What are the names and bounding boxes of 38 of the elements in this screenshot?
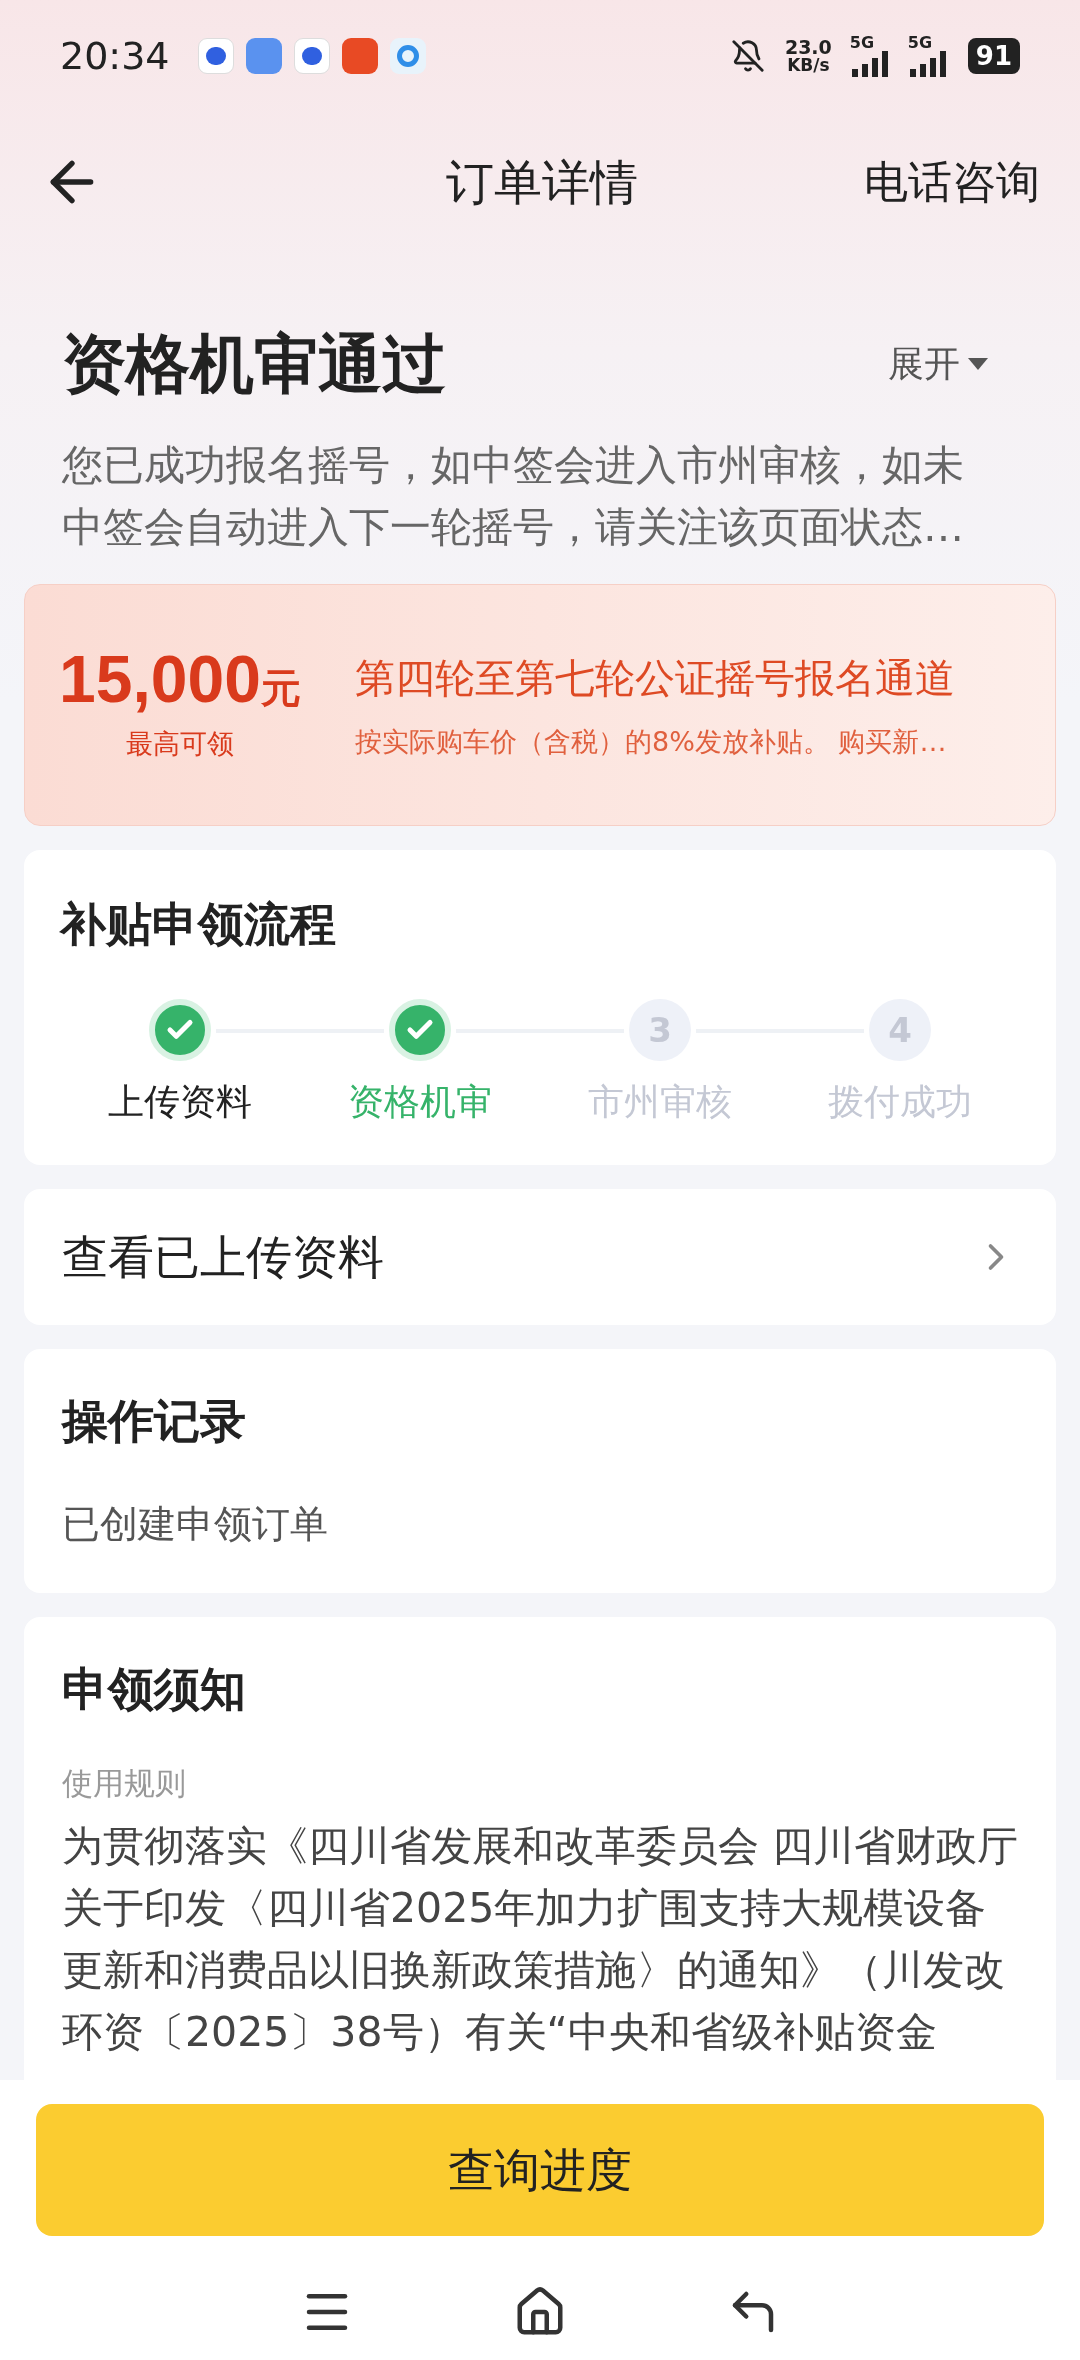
process-title: 补贴申领流程 (60, 896, 337, 953)
notice-title: 申领须知 (62, 1661, 247, 1718)
banner-title: 第四轮至第七轮公证摇号报名通道 (355, 653, 955, 703)
clock-time: 20:34 (60, 32, 170, 80)
network-type: 5G (849, 35, 875, 51)
notice-body: 为贯彻落实《四川省发展和改革委员会 四川省财政厅关于印发〈四川省2025年加力扩围支持大规模设备更新和消费品以旧换新政策措施〉的通知》（川发改环资〔2025〕38号）有关“中央和省级补贴资金 (62, 1820, 1020, 2058)
amount-value: 15,000 (59, 645, 261, 712)
network-type: 5G (907, 35, 933, 51)
status-description: 您已成功报名摇号，如中签会进入市州审核，如未中签会自动进入下一轮摇号，请关注该页面状态… (62, 440, 965, 553)
step-label: 资格机审 (348, 1080, 492, 1124)
battery-indicator: 91 (967, 38, 1020, 74)
caret-icon (968, 358, 988, 370)
expand-toggle[interactable]: 展开 (888, 337, 988, 391)
bell-off-icon (730, 39, 765, 73)
page-title: 订单详情 (445, 153, 639, 212)
amount-caption: 最高可领 (126, 726, 234, 761)
records-title: 操作记录 (62, 1393, 247, 1450)
record-entry: 已创建申领订单 (62, 1501, 329, 1548)
status-title: 资格机审通过 (62, 326, 447, 403)
signal-icon (907, 51, 948, 77)
step-label: 拨付成功 (828, 1080, 972, 1124)
phone-consult-link[interactable]: 电话咨询 (864, 149, 1040, 215)
uploaded-documents-row[interactable]: 查看已上传资料 (24, 1189, 1056, 1325)
app-icon (293, 38, 330, 74)
step-label: 市州审核 (588, 1080, 732, 1124)
app-icon (197, 38, 234, 74)
banner-subtitle: 按实际购车价（含税）的8%发放补贴。 购买新… (355, 724, 948, 759)
query-progress-button[interactable]: 查询进度 (36, 2104, 1044, 2236)
amount-unit: 元 (260, 663, 301, 713)
app-icon (389, 38, 426, 74)
signal-icon (849, 51, 890, 77)
subsidy-banner[interactable]: 15,000元 最高可领 第四轮至第七轮公证摇号报名通道 按实际购车价（含税）的8%发放补贴。 购买新… (24, 584, 1056, 826)
speed-value: 23.0 (784, 38, 832, 57)
app-icon (341, 38, 378, 74)
app-icon (245, 38, 282, 74)
step-label: 上传资料 (108, 1080, 252, 1124)
speed-unit: KB/s (787, 57, 830, 74)
notice-subtitle: 使用规则 (62, 1764, 187, 1803)
